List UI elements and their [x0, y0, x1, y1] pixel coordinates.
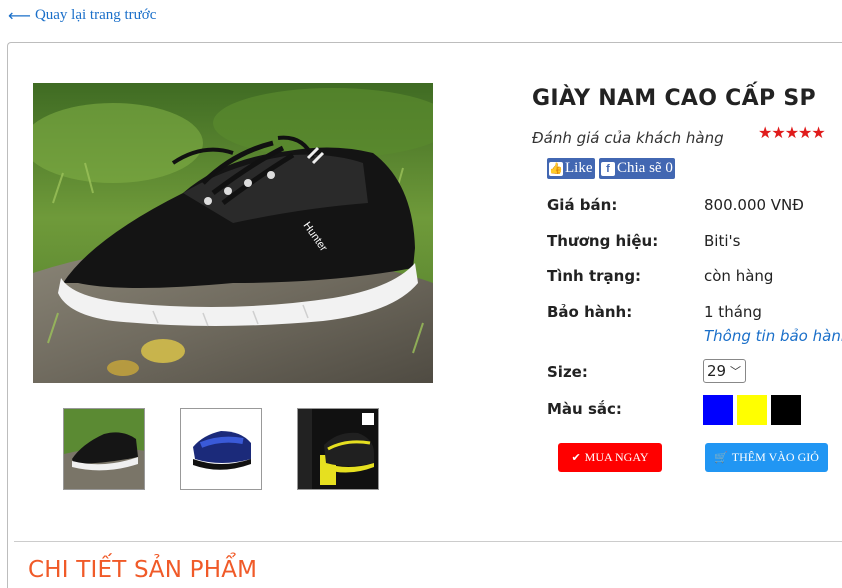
section-divider: [14, 541, 842, 542]
add-to-cart-button[interactable]: 🛒 THÊM VÀO GIỎ: [705, 443, 828, 472]
product-main-image[interactable]: Hunter: [33, 83, 433, 383]
rating-stars: ★★★★★: [758, 123, 826, 142]
chevron-down-icon: ﹀: [730, 365, 741, 378]
facebook-icon: f: [601, 161, 615, 176]
color-swatch-blue[interactable]: [703, 395, 733, 425]
thumbnail-2[interactable]: [180, 408, 262, 490]
add-to-cart-label: THÊM VÀO GIỎ: [731, 450, 819, 464]
back-link[interactable]: ⟵ Quay lại trang trước: [8, 6, 156, 25]
review-label: Đánh giá của khách hàng: [532, 129, 724, 147]
product-title: GIÀY NAM CAO CẤP SP: [532, 86, 816, 111]
brand-label: Thương hiệu:: [547, 232, 659, 250]
back-link-label: Quay lại trang trước: [34, 7, 157, 23]
facebook-like-button[interactable]: 👍 Like: [547, 158, 595, 179]
thumbnail-1[interactable]: [63, 408, 145, 490]
color-label: Màu sắc:: [547, 400, 622, 418]
check-icon: ✔: [571, 451, 581, 464]
thumbs-up-icon: 👍: [549, 161, 563, 176]
price-value: 800.000 VNĐ: [704, 196, 804, 214]
buy-now-button[interactable]: ✔ MUA NGAY: [558, 443, 662, 472]
product-details-heading: CHI TIẾT SẢN PHẨM: [28, 557, 258, 583]
status-label: Tình trạng:: [547, 267, 642, 285]
status-value: còn hàng: [704, 267, 774, 285]
color-swatch-black[interactable]: [771, 395, 801, 425]
like-label: Like: [565, 160, 593, 176]
buy-now-label: MUA NGAY: [584, 450, 649, 464]
color-swatch-yellow[interactable]: [737, 395, 767, 425]
warranty-label: Bảo hành:: [547, 303, 633, 321]
cart-icon: 🛒: [714, 451, 728, 464]
thumbnail-3[interactable]: [297, 408, 379, 490]
arrow-left-icon: ⟵: [8, 6, 31, 25]
size-select[interactable]: 29 ﹀: [703, 359, 746, 383]
brand-value: Biti's: [704, 232, 741, 250]
price-label: Giá bán:: [547, 196, 618, 214]
warranty-info-link[interactable]: Thông tin bảo hành: [704, 327, 842, 345]
share-label: Chia sẽ 0: [617, 160, 673, 176]
facebook-share-button[interactable]: f Chia sẽ 0: [599, 158, 675, 179]
warranty-value: 1 tháng: [704, 303, 762, 321]
size-label: Size:: [547, 363, 588, 381]
size-selected-value: 29: [707, 362, 727, 380]
